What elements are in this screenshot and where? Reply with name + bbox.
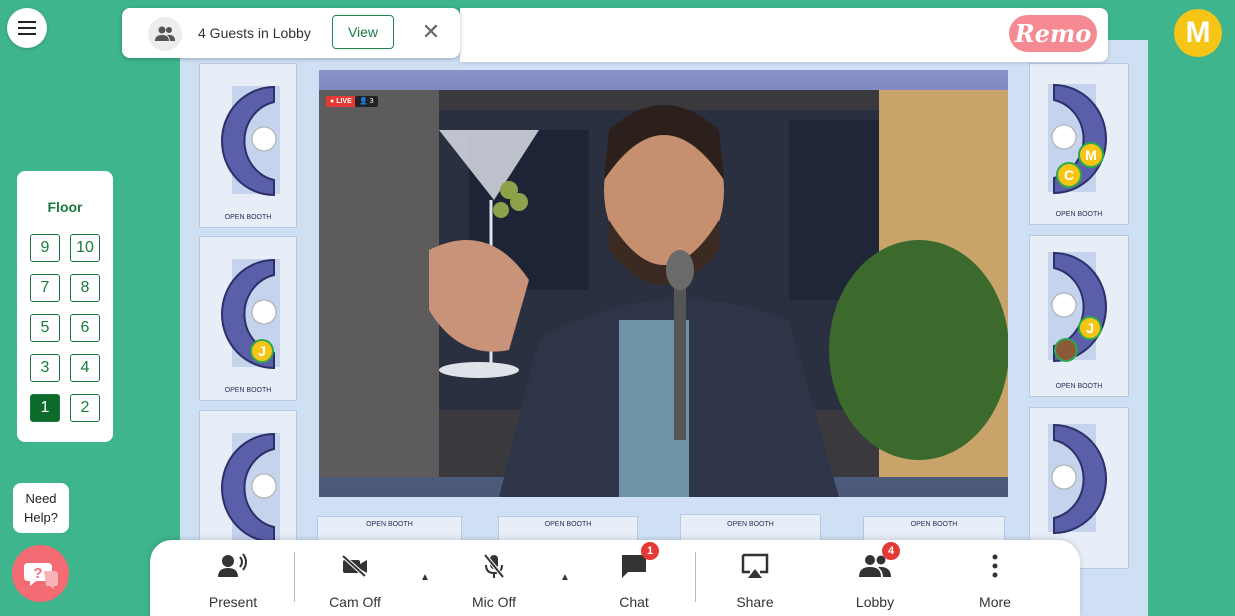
hamburger-icon [18,21,36,35]
booth-label: OPEN BOOTH [1055,383,1103,390]
camera-off-icon [341,554,367,578]
floor-button-1[interactable]: 1 [30,394,60,422]
floor-button-5[interactable]: 5 [30,314,60,342]
close-icon[interactable]: ✕ [420,21,442,43]
cam-options-caret[interactable]: ▲ [420,572,430,583]
help-line-1: Need [25,491,57,506]
booth-label: OPEN BOOTH [727,521,774,528]
share-button[interactable]: Share [710,550,800,610]
view-lobby-button[interactable]: View [332,15,394,49]
bottom-toolbar: Present Cam Off ▲ Mic Off ▲ Chat 1 Share… [150,540,1080,616]
guests-icon [148,17,182,51]
video-frame [319,70,1008,497]
mic-off-icon [483,553,505,579]
remo-logo: Remo [1009,15,1097,52]
floor-title: Floor [47,199,83,215]
lobby-guest-count: 4 Guests in Lobby [198,25,311,41]
floor-button-9[interactable]: 9 [30,234,60,262]
toolbar-divider [695,552,696,602]
lobby-label: Lobby [855,594,895,610]
toolbar-divider [294,552,295,602]
floor-button-2[interactable]: 2 [70,394,100,422]
more-button[interactable]: More [950,550,1040,610]
viewer-count: 👤 3 [355,96,378,107]
present-icon [218,553,247,577]
cam-label: Cam Off [329,594,381,610]
live-badge: ● LIVE [326,96,356,107]
booth-right-2[interactable]: J OPEN BOOTH [1029,235,1129,397]
more-label: More [979,594,1011,610]
mic-toggle-button[interactable]: Mic Off [449,550,539,610]
floor-button-10[interactable]: 10 [70,234,100,262]
user-avatar[interactable]: M [1174,9,1222,57]
need-help-bubble: Need Help? [13,483,69,533]
floor-button-6[interactable]: 6 [70,314,100,342]
seat-avatar-m[interactable]: M [1078,142,1104,168]
booth-right-1[interactable]: M C OPEN BOOTH [1029,63,1129,225]
booth-left-1[interactable]: OPEN BOOTH [199,63,297,228]
presenter-video[interactable]: ● LIVE 👤 3 [319,70,1008,497]
floor-button-8[interactable]: 8 [70,274,100,302]
booth-label: OPEN BOOTH [544,521,592,528]
booth-label: OPEN BOOTH [366,521,413,528]
seat-avatar-j[interactable]: J [250,339,274,363]
lobby-button[interactable]: Lobby 4 [830,542,920,610]
floor-button-4[interactable]: 4 [70,354,100,382]
help-button[interactable]: ? [12,545,69,602]
screen-share-icon [741,553,769,578]
seat-avatar-photo[interactable] [1054,338,1078,362]
help-chat-icon: ? [23,562,58,589]
booth-label: OPEN BOOTH [224,387,272,394]
floor-selector: Floor 9 10 7 8 5 6 3 4 1 2 [17,171,113,442]
present-button[interactable]: Present [188,550,278,610]
lobby-notification: 4 Guests in Lobby View ✕ [122,8,460,58]
live-badge-text: LIVE [336,98,352,105]
svg-text:?: ? [33,565,42,582]
mic-options-caret[interactable]: ▲ [560,572,570,583]
booth-label: OPEN BOOTH [224,214,272,221]
booth-left-2[interactable]: J OPEN BOOTH [199,236,297,401]
help-line-2: Help? [24,510,58,525]
menu-button[interactable] [7,8,47,48]
seat-avatar-j[interactable]: J [1078,316,1102,340]
seat-avatar-c[interactable]: C [1056,162,1082,188]
mic-label: Mic Off [471,594,517,610]
floor-button-3[interactable]: 3 [30,354,60,382]
cam-toggle-button[interactable]: Cam Off [310,550,400,610]
booth-label: OPEN BOOTH [1055,211,1103,218]
share-label: Share [736,594,774,610]
viewer-count-text: 3 [369,98,374,105]
more-vertical-icon [992,554,998,578]
lobby-badge: 4 [882,542,900,560]
present-label: Present [208,594,258,610]
booth-label: OPEN BOOTH [910,521,958,528]
chat-button[interactable]: Chat 1 [589,542,679,610]
chat-label: Chat [619,594,649,610]
floor-button-7[interactable]: 7 [30,274,60,302]
chat-badge: 1 [641,542,659,560]
